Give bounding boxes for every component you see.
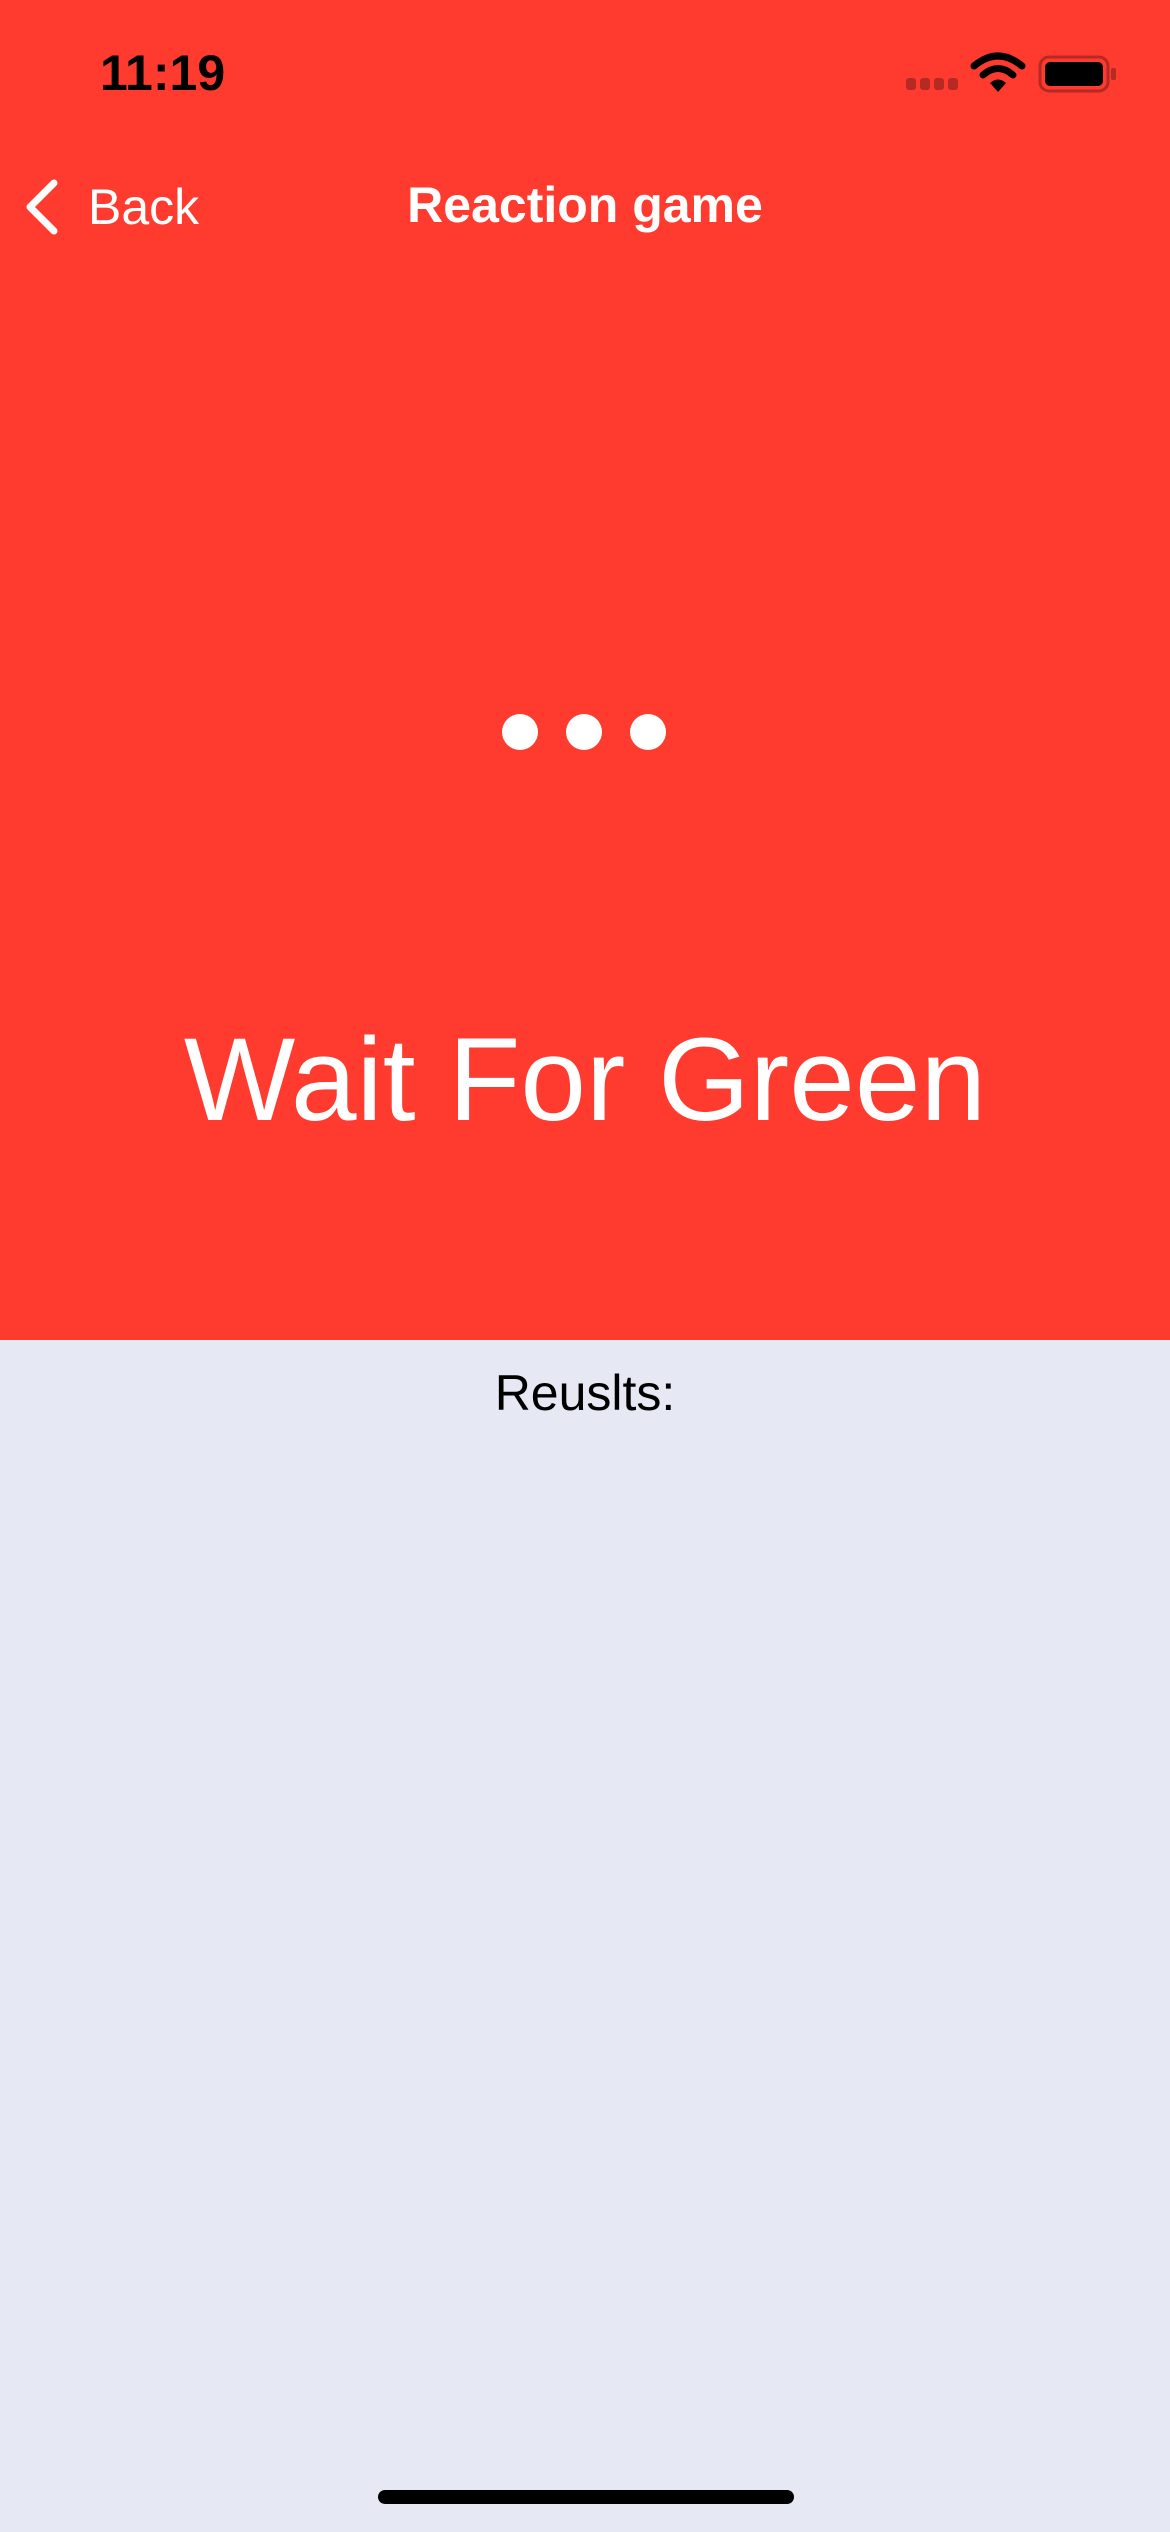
ellipsis-icon — [0, 714, 1170, 750]
status-time: 11:19 — [100, 45, 226, 101]
page-title: Reaction game — [407, 177, 763, 233]
results-label: Reuslts: — [494, 1365, 676, 1421]
wait-prompt: Wait For Green — [183, 1014, 987, 1146]
battery-icon — [1038, 55, 1116, 93]
wifi-icon — [970, 52, 1026, 92]
reaction-game-area[interactable]: 11:19 Back Reaction game Wait For Green — [0, 0, 1170, 1340]
cellular-signal-icon — [906, 78, 960, 90]
home-indicator[interactable] — [378, 2490, 794, 2504]
